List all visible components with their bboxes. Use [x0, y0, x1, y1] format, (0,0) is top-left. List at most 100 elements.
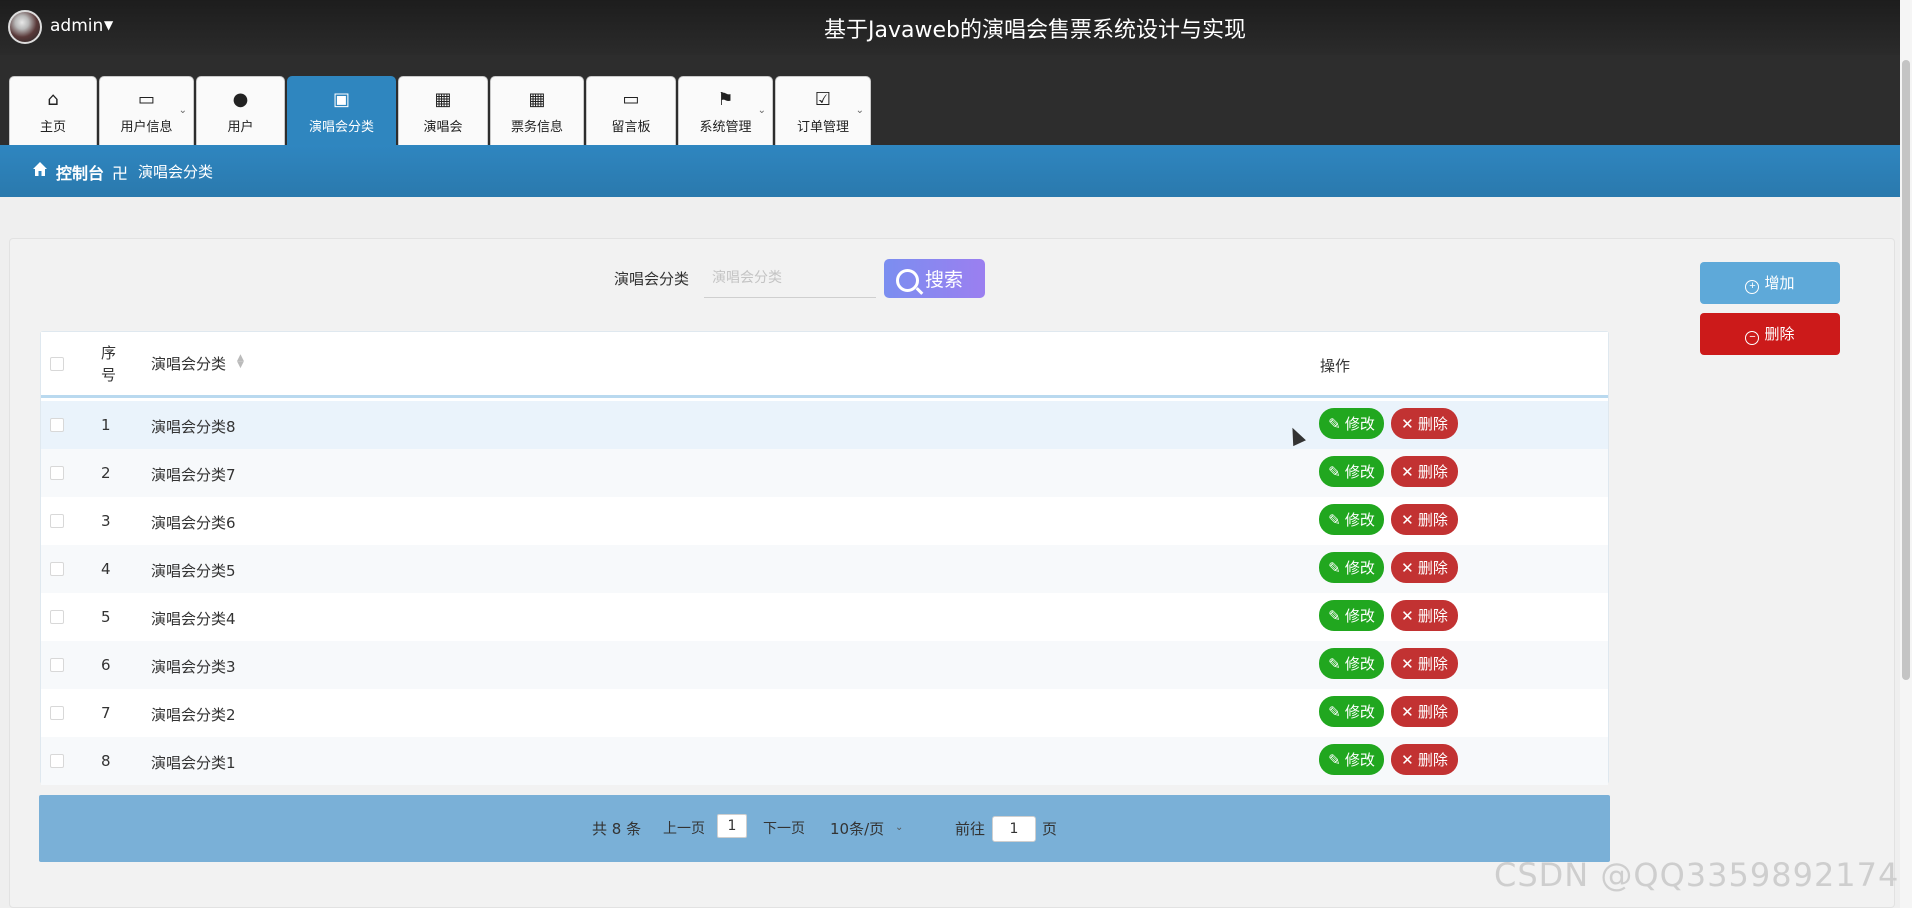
row-delete-button[interactable]: ✕ 删除 [1391, 744, 1458, 775]
close-icon: ✕ [1401, 752, 1418, 769]
row-delete-button[interactable]: ✕ 删除 [1391, 648, 1458, 679]
prev-page-button[interactable]: 上一页 [663, 818, 705, 838]
table-row[interactable]: 3 演唱会分类6 ✎ 修改 ✕ 删除 [41, 497, 1608, 545]
location-pin-icon: ● [232, 89, 249, 110]
watermark: CSDN @QQ3359892174 [1494, 856, 1900, 894]
breadcrumb-bar [0, 145, 1900, 197]
edit-button[interactable]: ✎ 修改 [1319, 600, 1384, 631]
grid-icon: ▦ [434, 89, 452, 110]
row-name: 演唱会分类4 [151, 610, 236, 628]
current-page[interactable]: 1 [717, 814, 747, 838]
tab-6[interactable]: ▭ 留言板 [586, 76, 676, 145]
row-checkbox[interactable] [50, 754, 64, 768]
row-seq: 1 [101, 416, 111, 434]
edit-button[interactable]: ✎ 修改 [1319, 552, 1384, 583]
search-button[interactable]: 搜索 [884, 259, 985, 298]
row-delete-button[interactable]: ✕ 删除 [1391, 456, 1458, 487]
table-row[interactable]: 4 演唱会分类5 ✎ 修改 ✕ 删除 [41, 545, 1608, 593]
tab-label: 票务信息 [510, 120, 563, 135]
edit-icon: ✎ [1328, 752, 1345, 769]
tab-2[interactable]: ● 用户 [196, 76, 285, 145]
tab-label: 订单管理 [796, 120, 849, 135]
edit-label: 修改 [1344, 512, 1375, 529]
tab-5[interactable]: ▦ 票务信息 [490, 76, 584, 145]
close-icon: ✕ [1401, 704, 1418, 721]
breadcrumb-current: 演唱会分类 [138, 163, 214, 181]
edit-button[interactable]: ✎ 修改 [1319, 696, 1384, 727]
row-checkbox[interactable] [50, 514, 64, 528]
chevron-down-icon: ⌄ [855, 105, 864, 116]
add-button-label: 增加 [1764, 275, 1795, 292]
row-seq: 5 [101, 608, 111, 626]
page-unit-label: 页 [1042, 820, 1058, 838]
row-delete-button[interactable]: ✕ 删除 [1391, 408, 1458, 439]
row-delete-button[interactable]: ✕ 删除 [1391, 552, 1458, 583]
column-header-name[interactable]: 演唱会分类 [151, 353, 226, 374]
row-name: 演唱会分类5 [151, 562, 236, 580]
tab-label: 用户信息 [120, 120, 173, 135]
row-checkbox[interactable] [50, 706, 64, 720]
select-all-checkbox[interactable] [50, 357, 64, 371]
tab-0[interactable]: ⌂ 主页 [9, 76, 97, 145]
tab-3[interactable]: ▣ 演唱会分类 [287, 76, 396, 145]
pagination: 共 8 条 上一页 1 下一页 10条/页 ⌄ 前往 1 页 [39, 795, 1610, 862]
batch-delete-button[interactable]: − 删除 [1700, 313, 1840, 355]
table-row[interactable]: 8 演唱会分类1 ✎ 修改 ✕ 删除 [41, 737, 1608, 785]
edit-label: 修改 [1344, 656, 1375, 673]
table-row[interactable]: 7 演唱会分类2 ✎ 修改 ✕ 删除 [41, 689, 1608, 737]
close-icon: ✕ [1401, 560, 1418, 577]
edit-button[interactable]: ✎ 修改 [1319, 744, 1384, 775]
tab-4[interactable]: ▦ 演唱会 [398, 76, 488, 145]
search-icon [896, 269, 919, 293]
tab-label: 演唱会 [423, 120, 463, 135]
edit-label: 修改 [1344, 608, 1375, 625]
edit-button[interactable]: ✎ 修改 [1319, 648, 1384, 679]
batch-delete-label: 删除 [1764, 326, 1795, 343]
edit-label: 修改 [1344, 752, 1375, 769]
close-icon: ✕ [1401, 608, 1418, 625]
row-seq: 2 [101, 464, 111, 482]
row-checkbox[interactable] [50, 610, 64, 624]
search-label: 演唱会分类 [614, 270, 690, 288]
row-seq: 8 [101, 752, 111, 770]
goto-page-input[interactable]: 1 [992, 816, 1036, 842]
tab-label: 留言板 [611, 120, 651, 135]
row-delete-label: 删除 [1417, 560, 1448, 577]
row-checkbox[interactable] [50, 466, 64, 480]
edit-button[interactable]: ✎ 修改 [1319, 504, 1384, 535]
tab-label: 主页 [39, 120, 66, 135]
row-checkbox[interactable] [50, 418, 64, 432]
row-delete-button[interactable]: ✕ 删除 [1391, 600, 1458, 631]
row-delete-button[interactable]: ✕ 删除 [1391, 504, 1458, 535]
tab-label: 系统管理 [699, 120, 752, 135]
tab-8[interactable]: ☑ 订单管理 ⌄ [775, 76, 871, 145]
edit-button[interactable]: ✎ 修改 [1319, 408, 1384, 439]
plus-circle-icon: + [1745, 280, 1760, 294]
row-delete-button[interactable]: ✕ 删除 [1391, 696, 1458, 727]
breadcrumb-home[interactable]: 控制台 [56, 160, 104, 184]
add-button[interactable]: + 增加 [1700, 262, 1840, 304]
page-title: 基于Javaweb的演唱会售票系统设计与实现 [824, 18, 1246, 43]
tab-1[interactable]: ▭ 用户信息 ⌄ [99, 76, 194, 145]
row-seq: 4 [101, 560, 111, 578]
next-page-button[interactable]: 下一页 [763, 818, 805, 838]
row-checkbox[interactable] [50, 658, 64, 672]
goto-label: 前往 [955, 820, 986, 838]
search-input[interactable] [704, 258, 876, 298]
table-row[interactable]: 5 演唱会分类4 ✎ 修改 ✕ 删除 [41, 593, 1608, 641]
row-name: 演唱会分类8 [151, 418, 236, 436]
scrollbar-thumb[interactable] [1902, 60, 1910, 680]
table-row[interactable]: 2 演唱会分类7 ✎ 修改 ✕ 删除 [41, 449, 1608, 497]
row-checkbox[interactable] [50, 562, 64, 576]
row-delete-label: 删除 [1417, 752, 1448, 769]
page-size-select[interactable]: 10条/页 [830, 818, 884, 839]
edit-button[interactable]: ✎ 修改 [1319, 456, 1384, 487]
table-row[interactable]: 6 演唱会分类3 ✎ 修改 ✕ 删除 [41, 641, 1608, 689]
chevron-down-icon[interactable]: ⌄ [895, 822, 903, 833]
sort-icon[interactable]: ▲ ▼ [237, 354, 244, 370]
tab-7[interactable]: ⚑ 系统管理 ⌄ [678, 76, 773, 145]
data-table: 序号 演唱会分类 ▲ ▼ 操作 1 演唱会分类8 ✎ 修改 ✕ 删除 2 演唱会分类7 ✎ 修… [40, 331, 1609, 785]
table-row[interactable]: 1 演唱会分类8 ✎ 修改 ✕ 删除 [41, 401, 1608, 449]
minus-circle-icon: − [1745, 331, 1760, 345]
row-delete-label: 删除 [1417, 416, 1448, 433]
